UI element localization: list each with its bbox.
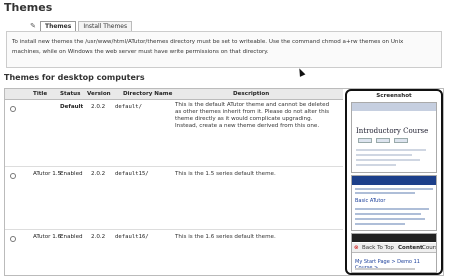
header-version: Version [87,91,111,97]
cell-description: This is the 1.5 series default theme. [175,171,276,177]
header-title: Title [33,91,48,97]
thumb-nav-block [358,138,372,143]
cell-directory: default16/ [115,234,149,240]
cell-directory: default15/ [115,171,149,177]
notice-line-2: machines, while on Windows the web serve… [12,49,269,55]
thumb-banner [352,176,436,185]
thumb-banner [352,234,436,242]
thumb-text-line [355,223,405,225]
theme-screenshot-default: Introductory Course [351,102,437,173]
page-title: Themes [4,1,53,14]
thumb-text-line [356,159,420,161]
cell-title: ATutor 1.5 [33,171,62,177]
thumb-text-line [355,218,425,220]
theme-screenshot-atutor16: ⊗ Back To Top Content Course My Start Pa… [351,233,437,273]
header-description: Description [233,91,270,97]
thumb-text-line [355,208,429,210]
tab-themes[interactable]: Themes [40,21,77,31]
cell-status: Default [60,104,84,110]
thumb-nav-block [376,138,390,143]
tab-install-themes[interactable]: Install Themes [78,21,133,31]
mouse-cursor-icon [296,67,306,77]
cell-description: This is the default ATutor theme and can… [175,102,330,129]
thumb-nav: ⊗ Back To Top Content Course [352,243,436,253]
thumb-link: Basic ATutor [355,198,386,204]
themes-table: Title Status Version Directory Name Desc… [4,88,444,276]
thumb-text-line [355,213,421,215]
thumb-course-label: Course [422,245,436,251]
thumb-heading: Introductory Course [356,127,429,135]
table-row: Default 2.0.2 default/ This is the defau… [5,100,343,167]
header-screenshot: Screenshot [376,93,412,99]
screenshot-column: Screenshot Introductory Course Basic ATu… [345,89,443,275]
table-row: ATutor 1.5 Enabled 2.0.2 default15/ This… [5,167,343,230]
thumb-text-line [356,164,396,166]
permissions-notice: To install new themes the /usr/www/html/… [6,31,442,68]
table-header: Title Status Version Directory Name Desc… [5,89,343,100]
cell-title: ATutor 1.6 [33,234,62,240]
theme-radio-default[interactable] [10,106,16,112]
thumb-text-line [356,154,412,156]
cell-directory: default/ [115,104,142,110]
thumb-nav-block [394,138,408,143]
tab-bar: ✎ Themes Install Themes [28,19,134,31]
theme-radio-atutor16[interactable] [10,236,16,242]
thumb-banner [352,103,436,111]
cell-version: 2.0.2 [91,104,106,110]
cell-description: This is the 1.6 series default theme. [175,234,276,240]
thumb-back-icon: ⊗ [354,245,359,251]
themes-icon: ✎ [30,22,36,30]
theme-radio-atutor15[interactable] [10,173,16,179]
thumb-text-line [355,188,433,190]
thumb-text-line [355,192,415,194]
notice-line-1: To install new themes the /usr/www/html/… [12,39,404,45]
table-row: ATutor 1.6 Enabled 2.0.2 default16/ This… [5,230,343,275]
theme-screenshot-atutor15: Basic ATutor [351,175,437,231]
header-status: Status [60,91,81,97]
cell-status: Enabled [60,234,83,240]
thumb-back-label: Back To Top [362,245,394,251]
thumb-content-label: Content [398,245,423,251]
cell-version: 2.0.2 [91,234,106,240]
thumb-text-line [356,149,426,151]
cell-status: Enabled [60,171,83,177]
thumb-text-line [355,268,415,270]
cell-version: 2.0.2 [91,171,106,177]
section-title: Themes for desktop computers [4,73,145,82]
header-directory: Directory Name [123,91,173,97]
